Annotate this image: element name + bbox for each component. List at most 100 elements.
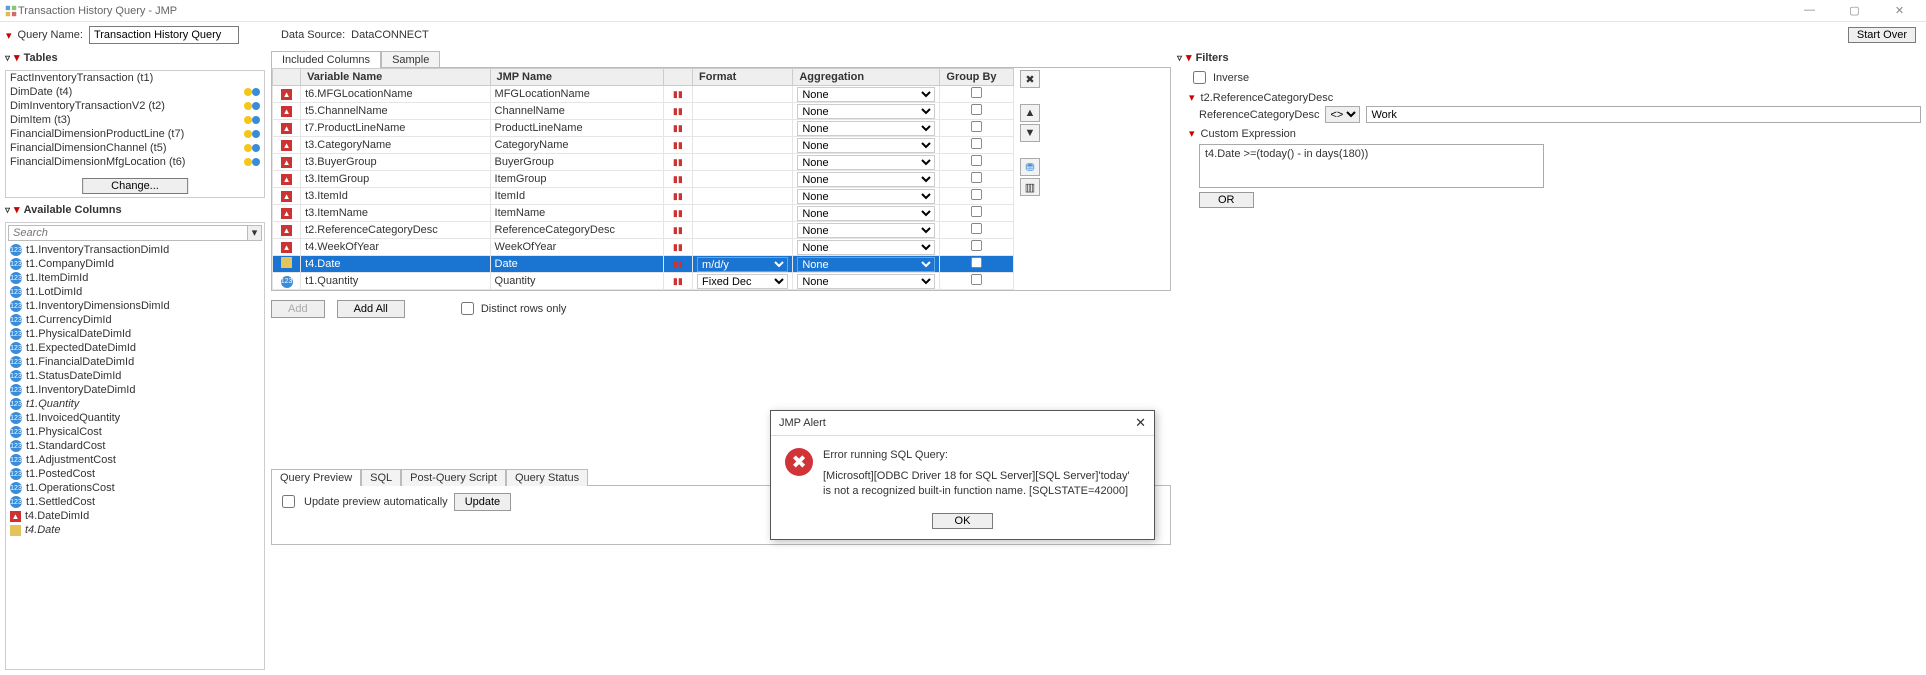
group-by-checkbox[interactable] bbox=[971, 104, 982, 115]
jmp-name-cell[interactable]: CategoryName bbox=[490, 137, 663, 154]
aggregation-select[interactable]: None bbox=[797, 172, 935, 187]
available-column-item[interactable]: 123t1.AdjustmentCost bbox=[6, 453, 264, 467]
aggregation-select[interactable]: None bbox=[797, 87, 935, 102]
preview-tab[interactable]: Post-Query Script bbox=[401, 469, 506, 486]
included-column-row[interactable]: ▲t3.ItemIdItemId▮▮None bbox=[273, 188, 1014, 205]
columns-icon[interactable]: ▥ bbox=[1020, 178, 1040, 196]
available-column-item[interactable]: 123t1.PhysicalCost bbox=[6, 425, 264, 439]
aggregation-select[interactable]: None bbox=[797, 257, 935, 272]
table-item[interactable]: DimInventoryTransactionV2 (t2) bbox=[6, 99, 264, 113]
tables-menu-icon[interactable]: ▾ bbox=[14, 51, 20, 64]
available-column-item[interactable]: 123t1.Quantity bbox=[6, 397, 264, 411]
jmp-name-cell[interactable]: ItemName bbox=[490, 205, 663, 222]
aggregation-select[interactable]: None bbox=[797, 274, 935, 289]
jmp-name-cell[interactable]: ReferenceCategoryDesc bbox=[490, 222, 663, 239]
included-column-row[interactable]: 123t1.QuantityQuantity▮▮Fixed DecNone bbox=[273, 273, 1014, 290]
table-item[interactable]: FactInventoryTransaction (t1) bbox=[6, 71, 264, 85]
format-cell[interactable] bbox=[693, 154, 793, 171]
included-column-row[interactable]: t4.DateDate▮▮m/d/yNone bbox=[273, 256, 1014, 273]
format-cell[interactable] bbox=[693, 103, 793, 120]
search-input[interactable] bbox=[9, 226, 247, 240]
distinct-rows-checkbox[interactable]: Distinct rows only bbox=[457, 299, 567, 318]
maximize-button[interactable]: ▢ bbox=[1832, 4, 1877, 17]
histogram-icon[interactable]: ▮▮ bbox=[673, 259, 683, 269]
format-select[interactable]: m/d/y bbox=[697, 257, 788, 272]
available-column-item[interactable]: 123t1.PostedCost bbox=[6, 467, 264, 481]
jmp-name-cell[interactable]: BuyerGroup bbox=[490, 154, 663, 171]
available-column-item[interactable]: 123t1.LotDimId bbox=[6, 285, 264, 299]
add-all-button[interactable]: Add All bbox=[337, 300, 405, 318]
available-column-item[interactable]: 123t1.ExpectedDateDimId bbox=[6, 341, 264, 355]
included-column-row[interactable]: ▲t3.BuyerGroupBuyerGroup▮▮None bbox=[273, 154, 1014, 171]
col-jmp-name[interactable]: JMP Name bbox=[490, 69, 663, 86]
format-cell[interactable] bbox=[693, 205, 793, 222]
included-column-row[interactable]: ▲t3.ItemNameItemName▮▮None bbox=[273, 205, 1014, 222]
included-column-row[interactable]: ▲t6.MFGLocationNameMFGLocationName▮▮None bbox=[273, 86, 1014, 103]
or-button[interactable]: OR bbox=[1199, 192, 1254, 208]
histogram-icon[interactable]: ▮▮ bbox=[673, 140, 683, 150]
col-variable-name[interactable]: Variable Name bbox=[301, 69, 490, 86]
query-name-input[interactable] bbox=[89, 26, 239, 44]
available-column-item[interactable]: 123t1.CompanyDimId bbox=[6, 257, 264, 271]
group-by-checkbox[interactable] bbox=[971, 155, 982, 166]
preview-tab[interactable]: SQL bbox=[361, 469, 401, 486]
available-column-item[interactable]: 123t1.CurrencyDimId bbox=[6, 313, 264, 327]
format-cell[interactable] bbox=[693, 188, 793, 205]
aggregation-select[interactable]: None bbox=[797, 240, 935, 255]
available-menu-icon[interactable]: ▾ bbox=[14, 203, 20, 216]
group-by-checkbox[interactable] bbox=[971, 189, 982, 200]
preview-tab[interactable]: Query Status bbox=[506, 469, 588, 486]
inverse-checkbox[interactable] bbox=[1193, 71, 1206, 84]
jmp-name-cell[interactable]: ItemId bbox=[490, 188, 663, 205]
group-by-checkbox[interactable] bbox=[971, 138, 982, 149]
format-cell[interactable]: m/d/y bbox=[693, 256, 793, 273]
filter-icon[interactable]: ⛃ bbox=[1020, 158, 1040, 176]
aggregation-select[interactable]: None bbox=[797, 104, 935, 119]
available-column-item[interactable]: 123t1.InventoryDimensionsDimId bbox=[6, 299, 264, 313]
table-item[interactable]: DimItem (t3) bbox=[6, 113, 264, 127]
table-item[interactable]: FinancialDimensionMfgLocation (t6) bbox=[6, 155, 264, 169]
group-by-checkbox[interactable] bbox=[971, 223, 982, 234]
histogram-icon[interactable]: ▮▮ bbox=[673, 191, 683, 201]
histogram-icon[interactable]: ▮▮ bbox=[673, 106, 683, 116]
histogram-icon[interactable]: ▮▮ bbox=[673, 174, 683, 184]
jmp-name-cell[interactable]: WeekOfYear bbox=[490, 239, 663, 256]
format-cell[interactable] bbox=[693, 239, 793, 256]
filter-value-input[interactable] bbox=[1366, 106, 1921, 123]
group-by-checkbox[interactable] bbox=[971, 257, 982, 268]
start-over-button[interactable]: Start Over bbox=[1848, 27, 1916, 43]
available-column-item[interactable]: 123t1.StatusDateDimId bbox=[6, 369, 264, 383]
tab-included-columns[interactable]: Included Columns bbox=[271, 51, 381, 68]
aggregation-select[interactable]: None bbox=[797, 223, 935, 238]
histogram-icon[interactable]: ▮▮ bbox=[673, 225, 683, 235]
disclosure-triangle-icon[interactable] bbox=[5, 52, 10, 64]
included-column-row[interactable]: ▲t3.CategoryNameCategoryName▮▮None bbox=[273, 137, 1014, 154]
disclosure-triangle-icon[interactable] bbox=[5, 204, 10, 216]
dialog-close-button[interactable]: ✕ bbox=[1135, 415, 1146, 431]
included-column-row[interactable]: ▲t2.ReferenceCategoryDescReferenceCatego… bbox=[273, 222, 1014, 239]
col-group-by[interactable]: Group By bbox=[940, 69, 1014, 86]
aggregation-select[interactable]: None bbox=[797, 189, 935, 204]
histogram-icon[interactable]: ▮▮ bbox=[673, 276, 683, 286]
tab-sample[interactable]: Sample bbox=[381, 51, 440, 68]
move-down-button[interactable]: ▼ bbox=[1020, 124, 1040, 142]
available-column-item[interactable]: 123t1.InvoicedQuantity bbox=[6, 411, 264, 425]
col-format[interactable]: Format bbox=[693, 69, 793, 86]
format-select[interactable]: Fixed Dec bbox=[697, 274, 788, 289]
available-column-item[interactable]: 123t1.FinancialDateDimId bbox=[6, 355, 264, 369]
available-column-item[interactable]: 123t1.StandardCost bbox=[6, 439, 264, 453]
update-button[interactable]: Update bbox=[454, 493, 511, 511]
table-item[interactable]: FinancialDimensionProductLine (t7) bbox=[6, 127, 264, 141]
aggregation-select[interactable]: None bbox=[797, 206, 935, 221]
search-dropdown-icon[interactable]: ▾ bbox=[247, 226, 261, 240]
included-column-row[interactable]: ▲t5.ChannelNameChannelName▮▮None bbox=[273, 103, 1014, 120]
format-cell[interactable] bbox=[693, 120, 793, 137]
group-by-checkbox[interactable] bbox=[971, 206, 982, 217]
preview-tab[interactable]: Query Preview bbox=[271, 469, 361, 486]
histogram-icon[interactable]: ▮▮ bbox=[673, 157, 683, 167]
available-column-item[interactable]: 123t1.InventoryDateDimId bbox=[6, 383, 264, 397]
available-column-item[interactable]: 123t1.InventoryTransactionDimId bbox=[6, 243, 264, 257]
move-up-button[interactable]: ▲ bbox=[1020, 104, 1040, 122]
custom-expression-input[interactable]: t4.Date >=(today() - in days(180)) bbox=[1199, 144, 1544, 188]
available-column-item[interactable]: 123t1.PhysicalDateDimId bbox=[6, 327, 264, 341]
